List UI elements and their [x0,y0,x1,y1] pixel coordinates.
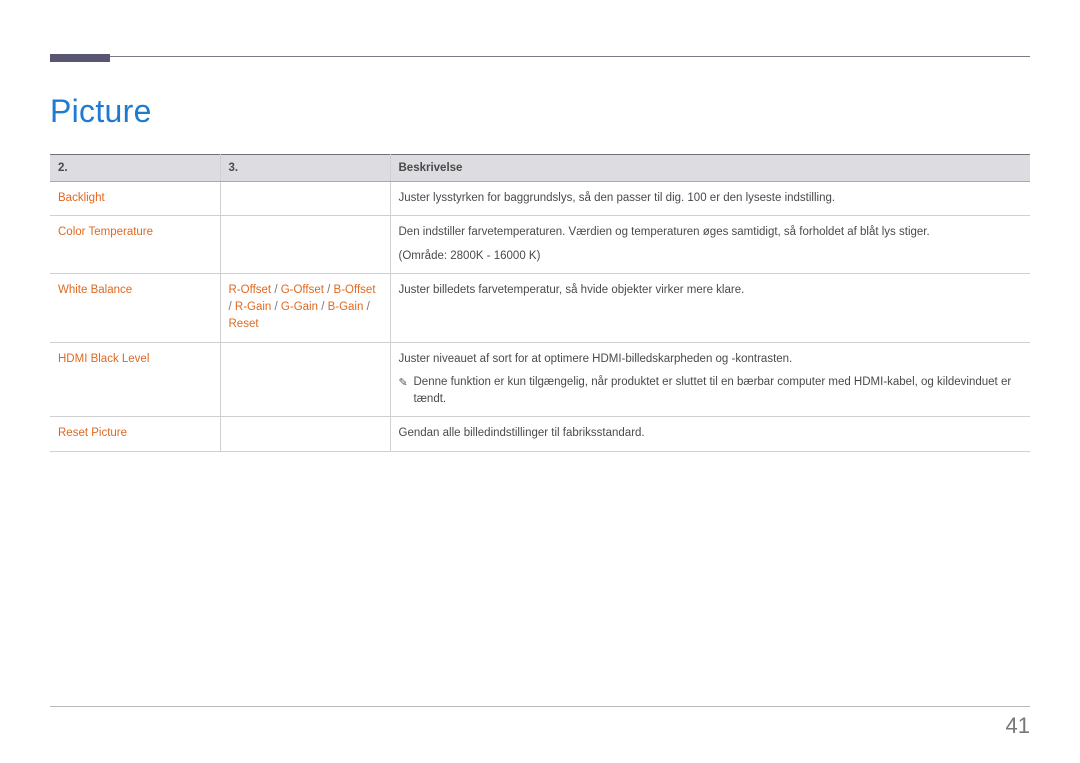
option-r-offset: R-Offset [229,284,272,296]
pencil-icon: ✎ [399,375,409,392]
table-row: Color Temperature Den indstiller farvete… [50,216,1030,274]
setting-label-reset-picture: Reset Picture [58,427,127,439]
page-number: 41 [1006,713,1030,739]
setting-label-white-balance: White Balance [58,284,132,296]
setting-desc: Juster lysstyrken for baggrundslys, så d… [390,182,1030,216]
option-b-gain: B-Gain [328,301,364,313]
table-header-col2: 3. [220,155,390,182]
setting-label-backlight: Backlight [58,192,105,204]
table-row: Backlight Juster lysstyrken for baggrund… [50,182,1030,216]
table-header-col1: 2. [50,155,220,182]
setting-desc-range: (Område: 2800K - 16000 K) [399,248,1023,265]
table-row: Reset Picture Gendan alle billedindstill… [50,417,1030,451]
setting-desc: Juster niveauet af sort for at optimere … [399,351,1023,368]
table-row: HDMI Black Level Juster niveauet af sort… [50,342,1030,417]
setting-label-hdmi-black-level: HDMI Black Level [58,353,149,365]
page-title: Picture [50,93,1030,130]
header-accent-bar [50,54,110,62]
option-reset: Reset [229,318,259,330]
settings-table: 2. 3. Beskrivelse Backlight Juster lysst… [50,154,1030,452]
setting-label-color-temperature: Color Temperature [58,226,153,238]
option-b-offset: B-Offset [334,284,376,296]
setting-desc: Gendan alle billedindstillinger til fabr… [390,417,1030,451]
footer-rule [50,706,1030,707]
table-row: White Balance R-Offset / G-Offset / B-Of… [50,273,1030,342]
setting-desc: Den indstiller farvetemperaturen. Værdie… [399,224,1023,241]
option-g-offset: G-Offset [281,284,324,296]
option-g-gain: G-Gain [281,301,318,313]
table-header-col3: Beskrivelse [390,155,1030,182]
setting-note: Denne funktion er kun tilgængelig, når p… [414,374,1023,409]
option-r-gain: R-Gain [235,301,271,313]
setting-desc: Juster billedets farvetemperatur, så hvi… [390,273,1030,342]
